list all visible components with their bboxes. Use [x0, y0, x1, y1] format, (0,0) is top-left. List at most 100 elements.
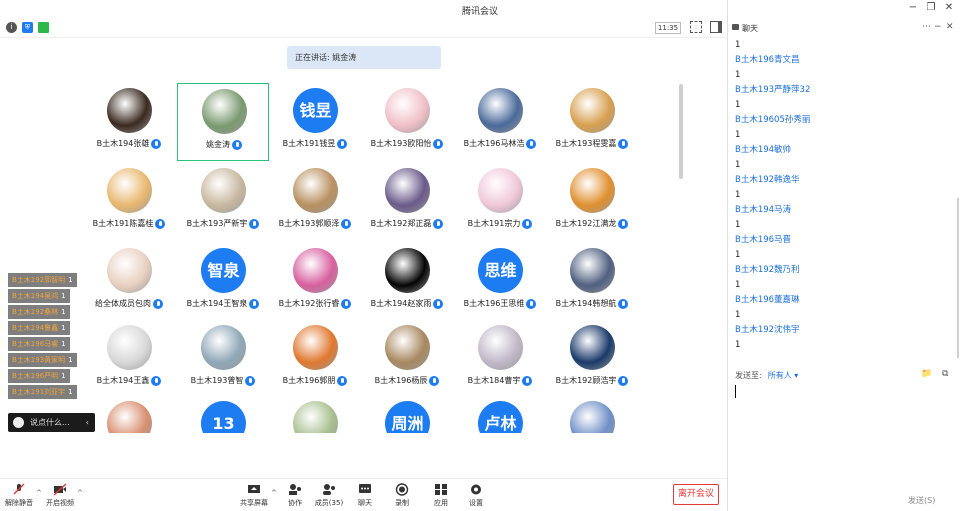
minimize-icon[interactable]: −	[906, 2, 920, 13]
grid-scrollbar[interactable]	[679, 84, 683, 179]
participant-tile[interactable]: 姚金涛	[177, 83, 269, 161]
participant-name-text: B土木191宗力	[467, 219, 521, 228]
participant-tile[interactable]: 钱昱 B土木191钱昱	[269, 83, 361, 161]
participant-tile[interactable]: 智泉 B土木194王智泉	[177, 243, 269, 321]
participant-name: B土木196杨辰	[361, 375, 453, 386]
mic-icon	[526, 138, 537, 149]
send-to: 发送至: 所有人 ▾	[735, 370, 798, 381]
participant-tile[interactable]: B土木192江满龙	[546, 163, 638, 241]
close-icon[interactable]: ✕	[942, 2, 956, 13]
chat-scrollbar[interactable]	[957, 198, 959, 358]
participant-name-text: B土木192张行睿	[278, 299, 340, 308]
members-button[interactable]: 成员(35)	[312, 483, 346, 508]
mic-icon	[522, 218, 533, 229]
reaction-item: B土木193黄家明 1	[8, 353, 77, 367]
reaction-item: B土木192郭智明 1	[8, 273, 77, 287]
shield-icon[interactable]: ⛨	[22, 22, 33, 33]
more-icon[interactable]: ⋯	[922, 22, 931, 32]
avatar	[570, 248, 615, 293]
mic-icon	[341, 218, 352, 229]
reaction-count: 1	[61, 340, 66, 348]
mic-icon	[155, 218, 166, 229]
share-screen-button[interactable]: 共享屏幕	[237, 483, 271, 508]
reaction-item: B土木196马睿 1	[8, 337, 70, 351]
participant-tile[interactable]	[546, 396, 638, 433]
mute-button[interactable]: 解除静音	[2, 483, 36, 508]
send-button[interactable]: 发送(S)	[908, 495, 935, 506]
chat-message-text: 1	[735, 100, 741, 110]
chat-message-sender[interactable]: B土木194马涛	[735, 203, 950, 218]
recipient-select[interactable]: 所有人 ▾	[768, 371, 799, 380]
quick-chat-input[interactable]: 说点什么... ‹	[8, 413, 95, 432]
participant-name-text: B土木184曹宇	[467, 376, 521, 385]
reaction-sender: B土木194吴鸿	[12, 292, 59, 300]
leave-meeting-button[interactable]: 离开会议	[673, 484, 719, 505]
video-button[interactable]: 开启视频	[43, 483, 77, 508]
close-chat-icon[interactable]: ✕	[946, 22, 954, 32]
record-button[interactable]: 录制	[385, 483, 419, 508]
participant-tile[interactable]: B土木194赵家雨	[361, 243, 453, 321]
participant-tile[interactable]: B土木192顾浩宇	[546, 320, 638, 398]
participant-name: B土木196王思维	[454, 298, 546, 309]
avatar: 思维	[478, 248, 523, 293]
participant-tile[interactable]	[83, 396, 175, 433]
participant-tile[interactable]: B土木184曹宇	[454, 320, 546, 398]
participant-tile[interactable]: B土木196郭朋	[269, 320, 361, 398]
chat-message-sender[interactable]: B土木194敏帅	[735, 143, 950, 158]
participant-tile[interactable]: B土木193郭顺泽	[269, 163, 361, 241]
info-icon[interactable]: i	[6, 22, 17, 33]
participant-tile[interactable]: B土木192郑正磊	[361, 163, 453, 241]
minimize-chat-icon[interactable]: −	[934, 22, 942, 32]
chat-message-text: 1	[735, 340, 741, 350]
participant-tile[interactable]: 思维 B土木196王思维	[454, 243, 546, 321]
apps-button[interactable]: 应用	[424, 483, 458, 508]
chat-button[interactable]: 聊天	[348, 483, 382, 508]
mic-icon	[433, 138, 444, 149]
participant-name-text: B土木196王思维	[463, 299, 525, 308]
file-icon[interactable]: 📁	[921, 369, 932, 379]
video-options-caret[interactable]: ^	[77, 489, 83, 497]
emoji-icon[interactable]	[13, 417, 24, 428]
layout-icon[interactable]	[710, 21, 722, 33]
restore-icon[interactable]: ❐	[924, 2, 938, 13]
chat-message-sender[interactable]: B土木192魏乃利	[735, 263, 950, 278]
chat-message-sender[interactable]: B土木196董嘉琳	[735, 293, 950, 308]
chat-label: 聊天	[358, 499, 372, 507]
chat-message-sender[interactable]: B土木19605孙秀丽	[735, 113, 950, 128]
chat-message-sender[interactable]: B土木192韩逸华	[735, 173, 950, 188]
participant-name: B土木191钱昱	[269, 138, 361, 149]
screenshot-icon[interactable]: ⧉	[942, 369, 948, 379]
participant-tile[interactable]: B土木196马林浩	[454, 83, 546, 161]
avatar	[478, 325, 523, 370]
chat-message-sender[interactable]: B土木192沈伟宇	[735, 323, 950, 338]
participant-tile[interactable]: B土木191陈嘉桂	[83, 163, 175, 241]
fullscreen-icon[interactable]	[690, 21, 702, 33]
participant-tile[interactable]: B土木193欧阳怡	[361, 83, 453, 161]
avatar: 卢林	[478, 401, 523, 433]
mute-options-caret[interactable]: ^	[36, 489, 42, 497]
participant-tile[interactable]: B土木193严新宇	[177, 163, 269, 241]
participant-tile[interactable]: B土木192张行睿	[269, 243, 361, 321]
avatar	[293, 325, 338, 370]
participant-tile[interactable]: B土木193程雯嘉	[546, 83, 638, 161]
video-label: 开启视频	[46, 499, 74, 507]
signal-icon[interactable]	[38, 22, 49, 33]
chevron-left-icon[interactable]: ‹	[86, 413, 89, 432]
participant-tile[interactable]: B土木196杨辰	[361, 320, 453, 398]
chat-message-sender[interactable]: B土木196青文昌	[735, 53, 950, 68]
participant-tile[interactable]: 周洲	[361, 396, 453, 433]
participant-tile[interactable]: 卢林	[454, 396, 546, 433]
settings-button[interactable]: 设置	[459, 483, 493, 508]
mic-icon	[337, 138, 348, 149]
chat-message-sender[interactable]: B土木193严静萍32	[735, 83, 950, 98]
chat-message-sender[interactable]: B土木196马晋	[735, 233, 950, 248]
chat-text-cursor[interactable]	[735, 385, 736, 398]
participant-tile[interactable]: 13	[177, 396, 269, 433]
collaborate-button[interactable]: 协作	[278, 483, 312, 508]
participant-tile[interactable]: B土木194韩想航	[546, 243, 638, 321]
participant-tile[interactable]: B土木194张雄	[83, 83, 175, 161]
participant-tile[interactable]	[269, 396, 361, 433]
share-options-caret[interactable]: ^	[271, 489, 277, 497]
participant-tile[interactable]: B土木193曾智	[177, 320, 269, 398]
participant-tile[interactable]: B土木191宗力	[454, 163, 546, 241]
